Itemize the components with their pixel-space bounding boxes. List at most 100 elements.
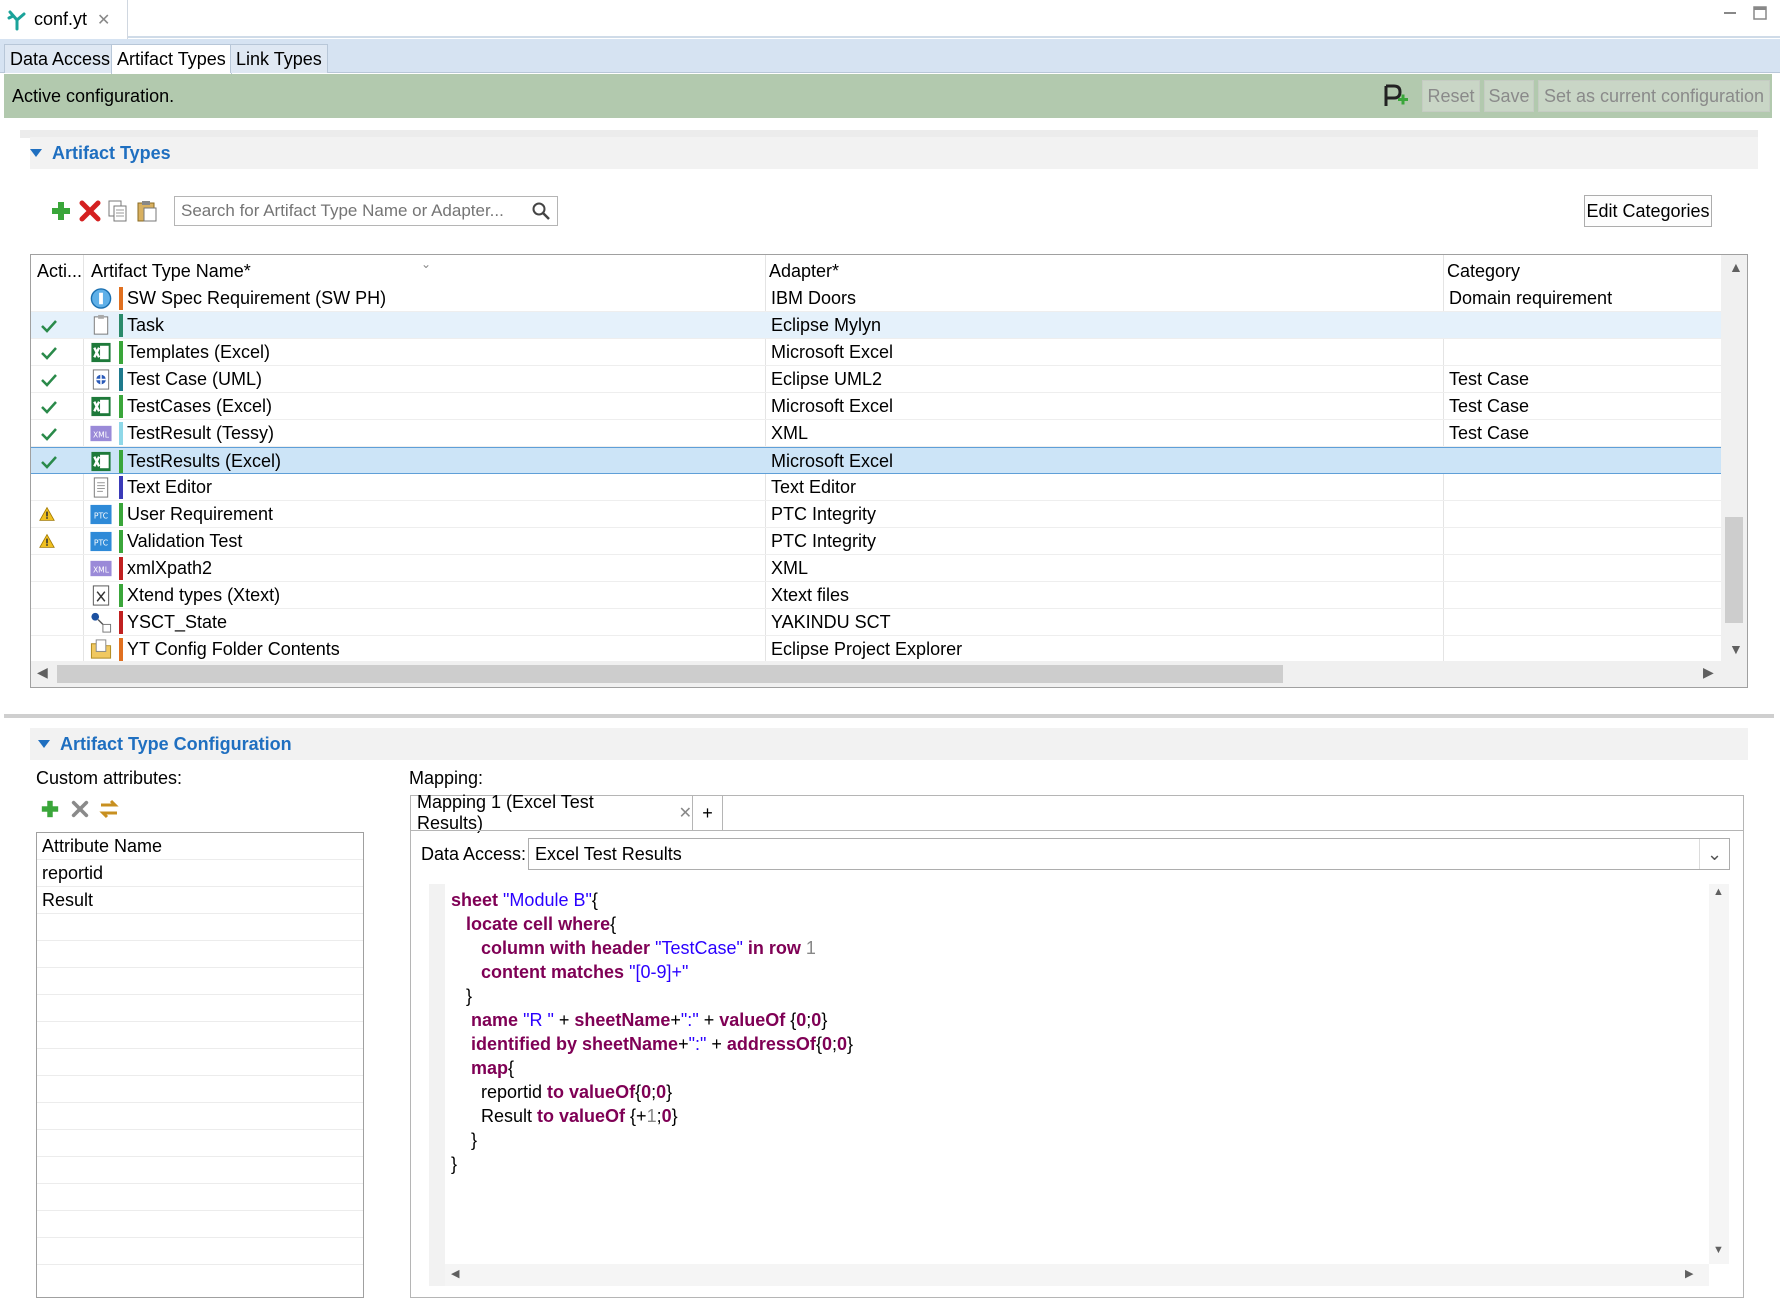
scroll-thumb[interactable] xyxy=(57,665,1283,683)
scroll-thumb[interactable] xyxy=(1725,517,1743,623)
artifact-type-name: xmlXpath2 xyxy=(127,558,213,578)
mapping-label: Mapping: xyxy=(409,768,484,788)
table-row[interactable]: TestResults (Excel) Microsoft Excel xyxy=(31,447,1721,474)
empty-row xyxy=(37,941,363,968)
tab-artifact-types[interactable]: Artifact Types xyxy=(111,44,232,74)
copy-icon[interactable] xyxy=(107,199,129,223)
active-check-icon[interactable] xyxy=(39,316,59,341)
table-row[interactable]: Templates (Excel) Microsoft Excel xyxy=(31,339,1721,366)
yt-logo-icon xyxy=(7,10,26,30)
table-header: Acti... Artifact Type Name* ⌄ Adapter* C… xyxy=(31,255,1721,285)
empty-row xyxy=(37,1076,363,1103)
page-tabs: Data Access Artifact Types Link Types xyxy=(0,39,1780,74)
attribute-row[interactable]: reportid xyxy=(37,860,363,887)
paste-icon[interactable] xyxy=(136,199,158,223)
scroll-down-icon[interactable]: ▼ xyxy=(1729,641,1743,657)
scroll-up-icon[interactable]: ▲ xyxy=(1729,259,1743,275)
adapter-name: Text Editor xyxy=(771,477,857,497)
configuration-header[interactable]: Artifact Type Configuration xyxy=(30,728,1748,760)
table-row[interactable]: Xtend types (Xtext) Xtext files xyxy=(31,582,1721,609)
collapse-icon xyxy=(30,149,42,157)
artifact-type-name: TestResults (Excel) xyxy=(127,451,282,471)
tab-link-types[interactable]: Link Types xyxy=(230,44,328,73)
chevron-down-icon[interactable]: ⌄ xyxy=(1699,839,1729,869)
maximize-icon[interactable] xyxy=(1752,6,1768,20)
artifact-types-header[interactable]: Artifact Types xyxy=(30,137,1758,169)
adapter-name: Eclipse Project Explorer xyxy=(771,639,963,659)
editor-tab-conf[interactable]: conf.yt ✕ xyxy=(0,0,128,39)
remove-attribute-icon[interactable] xyxy=(70,799,90,819)
table-vertical-scrollbar[interactable]: ▲ ▼ xyxy=(1721,255,1747,663)
table-row[interactable]: Text Editor Text Editor xyxy=(31,474,1721,501)
scroll-down-icon[interactable]: ▼ xyxy=(1713,1244,1724,1256)
add-mapping-button[interactable]: + xyxy=(693,796,723,830)
col-active-header[interactable]: Acti... xyxy=(37,261,82,282)
col-name-header[interactable]: Artifact Type Name* xyxy=(91,261,251,282)
mapping-code[interactable]: sheet "Module B"{ locate cell where{ col… xyxy=(451,888,853,1176)
category-name: Test Case xyxy=(1449,423,1530,443)
table-row[interactable]: Test Case (UML) Eclipse UML2 Test Case xyxy=(31,366,1721,393)
active-check-icon[interactable] xyxy=(39,397,59,422)
code-vertical-scrollbar[interactable]: ▲ ▼ xyxy=(1709,884,1729,1264)
artifact-type-name: TestResult (Tessy) xyxy=(127,423,275,443)
table-row[interactable]: Task Eclipse Mylyn xyxy=(31,312,1721,339)
mapping-tab[interactable]: Mapping 1 (Excel Test Results) ✕ xyxy=(411,792,693,833)
empty-row xyxy=(37,1157,363,1184)
adapter-name: Eclipse Mylyn xyxy=(771,315,882,335)
warning-icon[interactable] xyxy=(39,505,55,528)
sync-attributes-icon[interactable] xyxy=(97,797,121,821)
attribute-row[interactable]: Result xyxy=(37,887,363,914)
scroll-up-icon[interactable]: ▲ xyxy=(1713,886,1724,898)
scroll-right-icon[interactable]: ▶ xyxy=(1703,664,1714,681)
active-check-icon[interactable] xyxy=(39,370,59,395)
add-configuration-icon[interactable] xyxy=(1382,82,1410,110)
search-icon[interactable] xyxy=(531,201,551,221)
artifact-type-name: YT Config Folder Contents xyxy=(127,639,340,659)
adapter-name: XML xyxy=(771,558,809,578)
adapter-name: Microsoft Excel xyxy=(771,451,894,471)
data-access-label: Data Access: xyxy=(421,844,527,864)
col-category-header[interactable]: Category xyxy=(1447,261,1520,282)
delete-icon[interactable] xyxy=(79,200,101,222)
table-row[interactable]: XML xmlXpath2 XML xyxy=(31,555,1721,582)
data-access-select[interactable]: Excel Test Results ⌄ xyxy=(528,838,1730,870)
minimize-icon[interactable] xyxy=(1722,6,1738,20)
category-color-bar xyxy=(119,638,123,661)
editor-gutter xyxy=(429,884,445,1286)
table-row[interactable]: YSCT_State YAKINDU SCT xyxy=(31,609,1721,636)
warning-icon[interactable] xyxy=(39,532,55,555)
scroll-left-icon[interactable]: ◀ xyxy=(451,1267,459,1280)
artifact-type-name: User Requirement xyxy=(127,504,274,524)
reset-button[interactable]: Reset xyxy=(1422,80,1480,112)
active-check-icon[interactable] xyxy=(39,424,59,449)
save-button[interactable]: Save xyxy=(1484,80,1534,112)
tab-data-access[interactable]: Data Access xyxy=(4,44,117,73)
mapping-code-editor[interactable]: sheet "Module B"{ locate cell where{ col… xyxy=(429,884,1729,1286)
empty-row xyxy=(37,1049,363,1076)
code-horizontal-scrollbar[interactable]: ◀ ▶ xyxy=(445,1264,1709,1286)
close-icon[interactable]: ✕ xyxy=(679,803,692,823)
edit-categories-button[interactable]: Edit Categories xyxy=(1584,195,1712,227)
table-row[interactable]: YT Config Folder Contents Eclipse Project… xyxy=(31,636,1721,663)
adapter-name: Microsoft Excel xyxy=(771,396,894,416)
table-row[interactable]: TestCases (Excel) Microsoft Excel Test Cas… xyxy=(31,393,1721,420)
empty-row xyxy=(37,968,363,995)
active-check-icon[interactable] xyxy=(39,343,59,368)
table-row[interactable]: PTC Validation Test PTC Integrity xyxy=(31,528,1721,555)
close-icon[interactable]: ✕ xyxy=(97,10,110,30)
table-row[interactable]: PTC User Requirement PTC Integrity xyxy=(31,501,1721,528)
set-current-configuration-button[interactable]: Set as current configuration xyxy=(1538,80,1770,112)
scroll-left-icon[interactable]: ◀ xyxy=(37,664,48,681)
add-icon[interactable] xyxy=(50,200,72,222)
artifact-search xyxy=(174,196,558,226)
scroll-right-icon[interactable]: ▶ xyxy=(1685,1267,1693,1280)
empty-row xyxy=(37,1238,363,1265)
search-input[interactable] xyxy=(175,197,515,225)
table-row[interactable]: XML TestResult (Tessy) XML Test Case xyxy=(31,420,1721,447)
editor-tab-bar: conf.yt ✕ xyxy=(0,0,1780,39)
table-row[interactable]: SW Spec Requirement (SW PH) IBM Doors Doma… xyxy=(31,285,1721,312)
section-splitter[interactable] xyxy=(4,714,1774,718)
add-attribute-icon[interactable] xyxy=(40,799,60,819)
col-adapter-header[interactable]: Adapter* xyxy=(769,261,839,282)
table-horizontal-scrollbar[interactable]: ◀ ▶ xyxy=(31,661,1747,687)
